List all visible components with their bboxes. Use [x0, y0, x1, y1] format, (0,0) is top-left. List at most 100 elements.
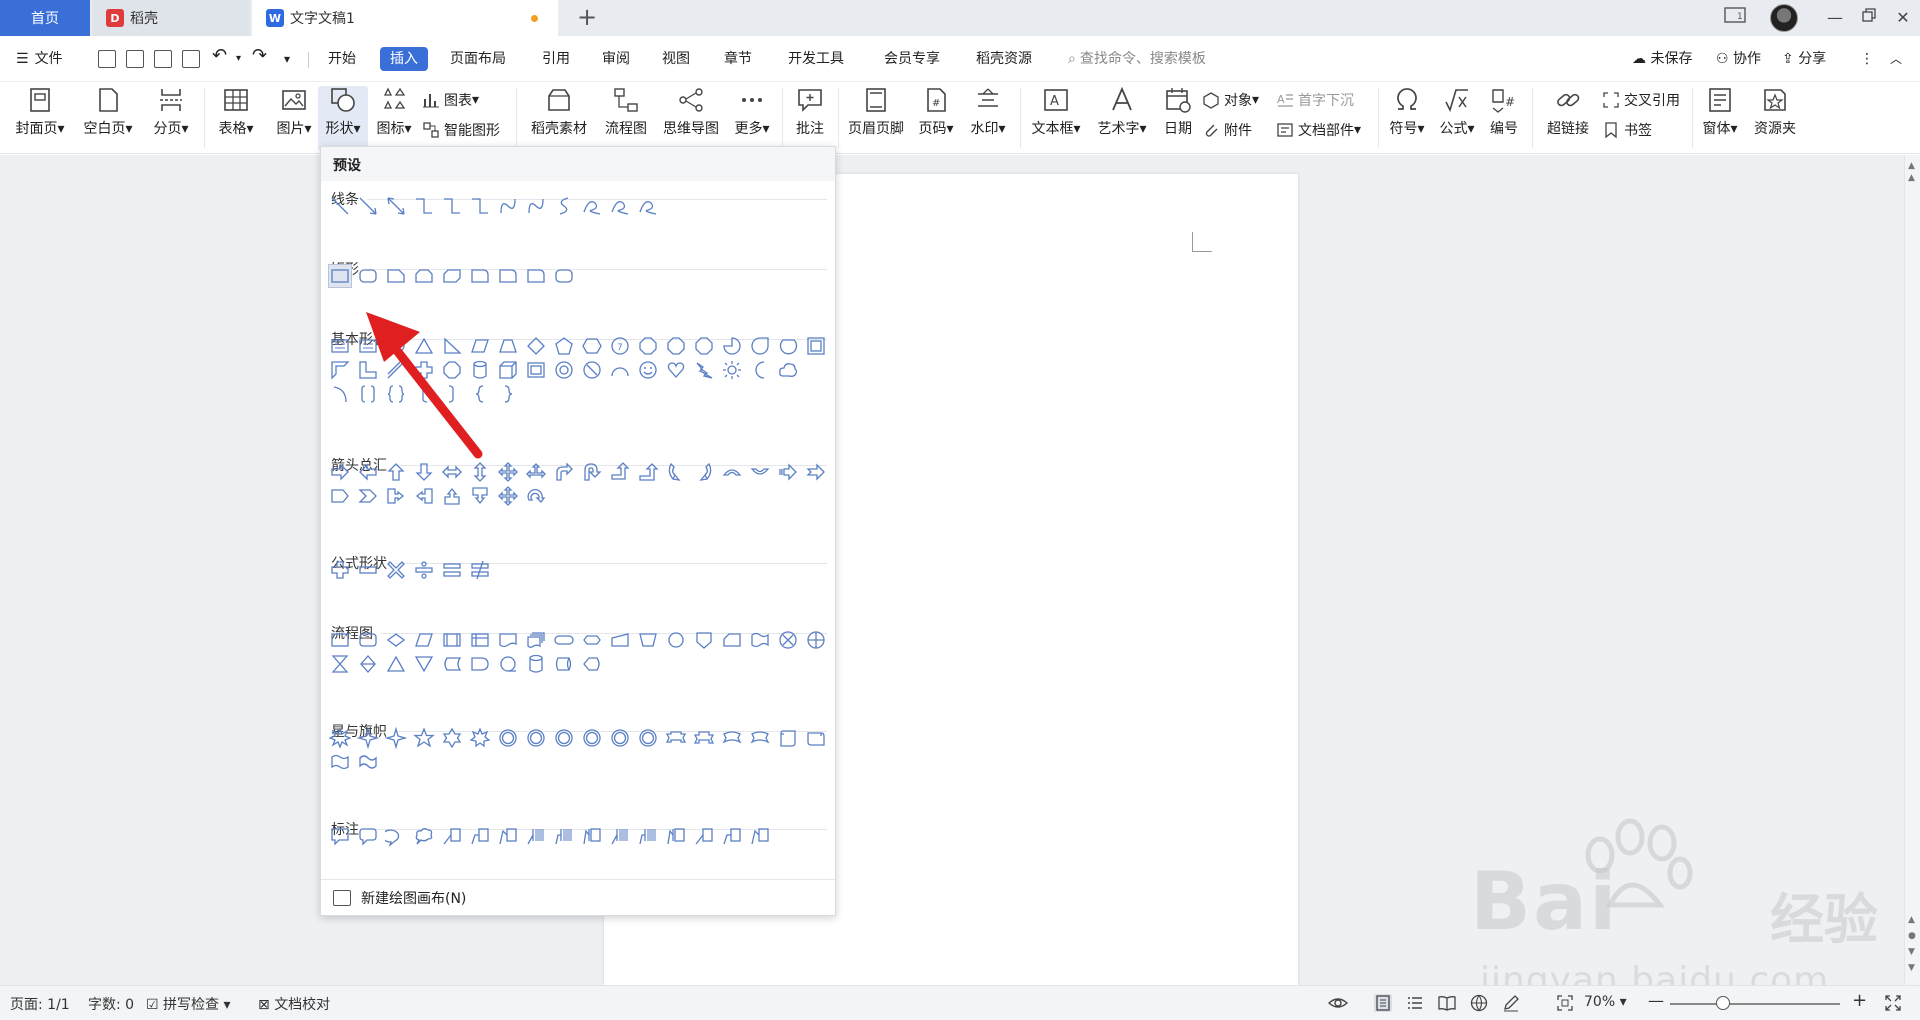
shape-text-icon[interactable] [329, 335, 351, 357]
shape-neq-icon[interactable] [469, 559, 491, 581]
menu-insert[interactable]: 插入 [380, 47, 428, 71]
shape-braces-icon[interactable] [385, 383, 407, 405]
cover-page-button[interactable]: 封面页▾ [10, 86, 70, 138]
shape-seal-icon[interactable] [553, 727, 575, 749]
shape-aD-icon[interactable] [413, 461, 435, 483]
shape-loop-icon[interactable] [581, 195, 603, 217]
shape-darrow-icon[interactable] [385, 195, 407, 217]
page-count[interactable]: 页面: 1/1 [10, 994, 70, 1014]
quick-access-dropdown-icon[interactable]: ▾ [284, 47, 290, 71]
shape-scrollV-icon[interactable] [777, 727, 799, 749]
shape-aLR-icon[interactable] [441, 461, 463, 483]
shape-fDec-icon[interactable] [385, 629, 407, 651]
shape-minus-icon[interactable] [357, 559, 379, 581]
shape-fDisp-icon[interactable] [581, 653, 603, 675]
shape-fColl-icon[interactable] [329, 653, 351, 675]
shape-bolt-icon[interactable] [693, 359, 715, 381]
shape-div-icon[interactable] [413, 559, 435, 581]
shape-scrollH-icon[interactable] [805, 727, 827, 749]
shape-fSum-icon[interactable] [777, 629, 799, 651]
page-break-button[interactable]: 分页▾ [146, 86, 196, 138]
shape-cLine3-icon[interactable] [497, 825, 519, 847]
shape-hex-icon[interactable] [581, 335, 603, 357]
textbox-button[interactable]: A 文本框▾ [1026, 86, 1086, 138]
shape-sun-icon[interactable] [721, 359, 743, 381]
shape-circArr-icon[interactable] [525, 485, 547, 507]
menu-reference[interactable]: 引用 [542, 47, 570, 71]
shape-seal-icon[interactable] [581, 727, 603, 749]
eye-protection-icon[interactable] [1327, 994, 1349, 1012]
shape-fDelay-icon[interactable] [469, 653, 491, 675]
new-canvas-button[interactable]: 新建绘图画布(N) [321, 879, 835, 915]
date-button[interactable]: 日期 [1158, 86, 1198, 138]
shape-button[interactable]: 形状▾ [318, 86, 368, 150]
shape-donut-icon[interactable] [553, 359, 575, 381]
shape-elbow-icon[interactable] [413, 195, 435, 217]
shape-curve-icon[interactable] [497, 195, 519, 217]
restore-button[interactable] [1856, 6, 1882, 30]
shape-rbrace-icon[interactable] [497, 383, 519, 405]
zoom-slider-handle[interactable] [1716, 996, 1730, 1010]
fullscreen-icon[interactable] [1884, 994, 1902, 1012]
shape-fTape-icon[interactable] [749, 629, 771, 651]
shape-fPre-icon[interactable] [441, 629, 463, 651]
shape-aUD-icon[interactable] [469, 461, 491, 483]
scroll-up-icon[interactable]: ▲ [1908, 161, 1915, 171]
shape-ribbon-icon[interactable] [665, 727, 687, 749]
shape-fManOp-icon[interactable] [637, 629, 659, 651]
zoom-slider-track[interactable] [1670, 1003, 1840, 1005]
shape-aU-icon[interactable] [385, 461, 407, 483]
shape-callR-icon[interactable] [385, 485, 407, 507]
shape-diamond-icon[interactable] [525, 335, 547, 357]
object-button[interactable]: 对象 ▾ [1202, 90, 1259, 110]
shape-oval-icon[interactable] [385, 335, 407, 357]
shape-fPrep-icon[interactable] [581, 629, 603, 651]
mindmap-button[interactable]: 思维导图 [658, 86, 724, 138]
shape-round1-icon[interactable] [469, 265, 491, 287]
menu-review[interactable]: 审阅 [602, 47, 630, 71]
outline-view-icon[interactable] [1406, 994, 1424, 1012]
collapse-ribbon-icon[interactable]: ︿ [1890, 47, 1902, 71]
file-menu[interactable]: ☰ 文件 [16, 47, 63, 71]
shape-tri-icon[interactable] [413, 335, 435, 357]
minimize-button[interactable]: — [1822, 6, 1848, 30]
share-button[interactable]: ⇪ 分享 [1782, 47, 1826, 71]
shape-cLine2-icon[interactable] [469, 825, 491, 847]
attachment-button[interactable]: 附件 [1202, 120, 1252, 140]
shape-curvedU-icon[interactable] [721, 461, 743, 483]
shape-notched-icon[interactable] [805, 461, 827, 483]
menu-daoke-resources[interactable]: 稻壳资源 [976, 47, 1032, 71]
shape-a4-icon[interactable] [497, 485, 519, 507]
shape-lbrace-icon[interactable] [469, 383, 491, 405]
shape-ribbonC-icon[interactable] [749, 727, 771, 749]
resource-folder-button[interactable]: 资源夹 [1748, 86, 1802, 138]
shape-callL-icon[interactable] [413, 485, 435, 507]
shape-pentArr-icon[interactable] [329, 485, 351, 507]
header-footer-button[interactable]: 页眉页脚 [844, 86, 908, 138]
save-icon[interactable] [98, 50, 116, 68]
fit-page-icon[interactable] [1556, 994, 1574, 1012]
shape-oct-icon[interactable] [693, 335, 715, 357]
shape-elbow-icon[interactable] [469, 195, 491, 217]
redo-icon[interactable]: ↷ [252, 44, 267, 68]
wordart-button[interactable]: 艺术字▾ [1092, 86, 1152, 138]
shape-text-icon[interactable] [357, 335, 379, 357]
shape-moon-icon[interactable] [749, 359, 771, 381]
shape-can-icon[interactable] [469, 359, 491, 381]
scroll-up-icon[interactable]: ▲ [1908, 173, 1915, 183]
shape-round1-icon[interactable] [497, 265, 519, 287]
shape-scurve-icon[interactable] [553, 195, 575, 217]
shape-cLine3-icon[interactable] [749, 825, 771, 847]
collaborate-button[interactable]: ⚇ 协作 [1716, 47, 1761, 71]
shape-arcq-icon[interactable] [329, 383, 351, 405]
shape-fMag-icon[interactable] [525, 653, 547, 675]
shape-aR-icon[interactable] [329, 461, 351, 483]
shape-callD-icon[interactable] [469, 485, 491, 507]
shape-fExt-icon[interactable] [385, 653, 407, 675]
shape-cLine2-icon[interactable] [721, 825, 743, 847]
shape-fDirect-icon[interactable] [553, 653, 575, 675]
shape-cCloud-icon[interactable] [413, 825, 435, 847]
menu-view[interactable]: 视图 [662, 47, 690, 71]
shape-fMerge-icon[interactable] [413, 653, 435, 675]
shape-mult-icon[interactable] [385, 559, 407, 581]
